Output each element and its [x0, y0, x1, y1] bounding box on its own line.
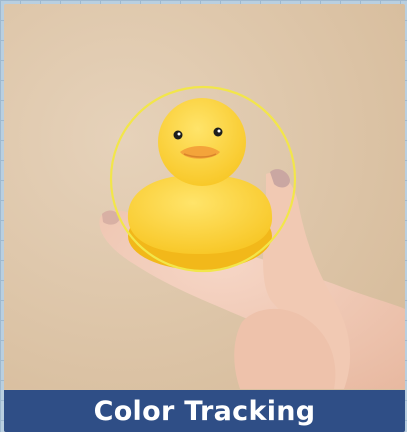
title-banner: Color Tracking: [4, 390, 405, 432]
tracking-photo: [4, 4, 405, 389]
demo-card: Color Tracking: [4, 4, 405, 432]
banner-title: Color Tracking: [93, 395, 316, 427]
